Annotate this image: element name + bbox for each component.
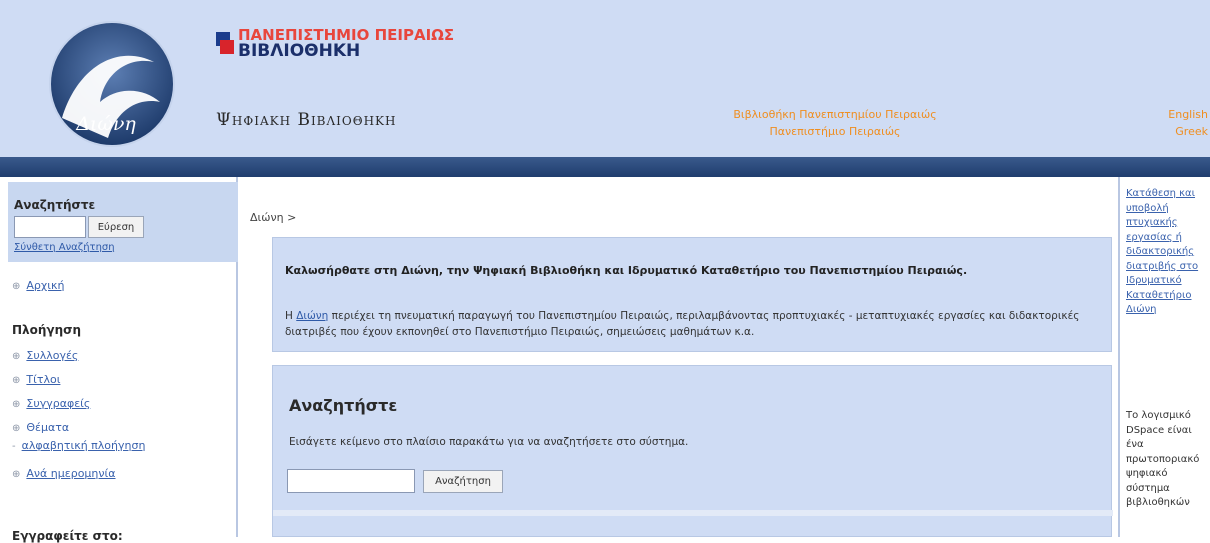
lang-greek-link[interactable]: Greek	[1150, 123, 1208, 140]
welcome-heading: Καλωσήρθατε στη Διώνη, την Ψηφιακή Βιβλι…	[285, 264, 968, 277]
dash-bullet-icon: -	[12, 441, 16, 452]
section-divider	[273, 510, 1113, 516]
main-search-input[interactable]	[287, 469, 415, 493]
sidebar-item-by-date[interactable]: ⊕ Ανά ημερομηνία	[12, 467, 116, 480]
arrow-bullet-icon: ⊕	[12, 375, 21, 386]
sidebar-search-heading: Αναζητήστε	[14, 198, 96, 212]
arrow-bullet-icon: ⊕	[12, 423, 21, 434]
sidebar-item-titles[interactable]: ⊕ Τίτλοι	[12, 373, 60, 386]
arrow-bullet-icon: ⊕	[12, 351, 21, 362]
language-links: English Greek	[1150, 106, 1208, 140]
dspace-info-text: Το λογισμικό DSpace είναι ένα πρωτοπορια…	[1126, 410, 1200, 508]
header-divider	[0, 157, 1210, 177]
sidebar-search-box: Αναζητήστε Εύρεση Σύνθετη Αναζήτηση	[8, 182, 238, 262]
sidebar-item-alphabetical[interactable]: - αλφαβητική πλοήγηση	[12, 439, 145, 452]
subscribe-heading: Εγγραφείτε στο:	[12, 529, 123, 543]
main-search-button[interactable]: Αναζήτηση	[423, 470, 503, 493]
sidebar-item-subjects: ⊕ Θέματα	[12, 421, 70, 434]
left-sidebar: Αναζητήστε Εύρεση Σύνθετη Αναζήτηση ⊕ Αρχ…	[0, 177, 238, 543]
main-content: Διώνη > Καλωσήρθατε στη Διώνη, την Ψηφια…	[240, 177, 1116, 537]
browse-heading: Πλοήγηση	[12, 323, 82, 337]
sidebar-item-home[interactable]: ⊕ Αρχική	[12, 279, 64, 292]
deposit-thesis-link[interactable]: Κατάθεση και υποβολή πτυχιακής εργασίας …	[1126, 187, 1208, 318]
sidebar-search-button[interactable]: Εύρεση	[88, 216, 144, 238]
logo-text: Διώνη	[75, 113, 136, 135]
right-sidebar: Κατάθεση και υποβολή πτυχιακής εργασίας …	[1118, 177, 1210, 537]
header: Διώνη ΠΑΝΕΠΙΣΤΗΜΙΟ ΠΕΙΡΑΙΩΣ ΒΙΒΛΙΟΘΗΚΗ Ψ…	[0, 0, 1210, 157]
arrow-bullet-icon: ⊕	[12, 399, 21, 410]
digital-library-title: Ψηφιακη Βιβλιοθηκη	[216, 110, 397, 130]
brand-bottom-text: ΒΙΒΛΙΟΘΗΚΗ	[238, 41, 360, 61]
main-search-description: Εισάγετε κείμενο στο πλαίσιο παρακάτω γι…	[289, 436, 689, 448]
breadcrumb: Διώνη >	[250, 211, 297, 224]
welcome-box: Καλωσήρθατε στη Διώνη, την Ψηφιακή Βιβλι…	[272, 237, 1112, 352]
dione-logo[interactable]: Διώνη	[48, 6, 176, 154]
university-brand[interactable]: ΠΑΝΕΠΙΣΤΗΜΙΟ ΠΕΙΡΑΙΩΣ ΒΙΒΛΙΟΘΗΚΗ	[216, 26, 516, 62]
header-links: Βιβλιοθήκη Πανεπιστημίου Πειραιώς Πανεπι…	[690, 106, 980, 140]
lang-english-link[interactable]: English	[1150, 106, 1208, 123]
arrow-bullet-icon: ⊕	[12, 281, 21, 292]
sidebar-item-authors[interactable]: ⊕ Συγγραφείς	[12, 397, 90, 410]
library-link[interactable]: Βιβλιοθήκη Πανεπιστημίου Πειραιώς	[690, 106, 980, 123]
sidebar-item-collections[interactable]: ⊕ Συλλογές	[12, 349, 78, 362]
welcome-text: Η Διώνη περιέχει τη πνευματική παραγωγή …	[285, 310, 1080, 338]
university-link[interactable]: Πανεπιστήμιο Πειραιώς	[690, 123, 980, 140]
dione-link[interactable]: Διώνη	[296, 310, 328, 322]
advanced-search-link[interactable]: Σύνθετη Αναζήτηση	[14, 242, 115, 253]
main-search-section: Αναζητήστε Εισάγετε κείμενο στο πλαίσιο …	[272, 365, 1113, 537]
main-search-heading: Αναζητήστε	[289, 396, 398, 415]
arrow-bullet-icon: ⊕	[12, 469, 21, 480]
sidebar-search-input[interactable]	[14, 216, 86, 238]
